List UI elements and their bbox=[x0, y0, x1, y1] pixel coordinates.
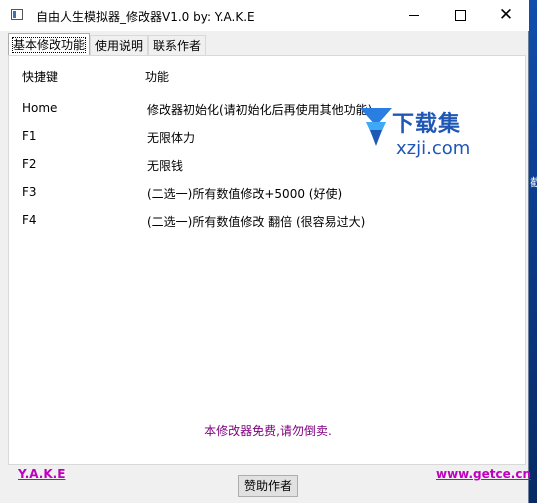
hotkey-f3: F3 bbox=[22, 185, 37, 199]
tab-label: 联系作者 bbox=[153, 39, 202, 53]
maximize-button[interactable] bbox=[437, 0, 483, 31]
function-init: 修改器初始化(请初始化后再使用其他功能) bbox=[147, 103, 373, 117]
close-button[interactable]: ✕ bbox=[483, 0, 529, 31]
function-double: (二选一)所有数值修改 翻倍 (很容易过大) bbox=[147, 215, 366, 229]
header-hotkey: 快捷键 bbox=[22, 70, 59, 84]
download-arrow-icon bbox=[360, 108, 392, 146]
watermark-domain: xzji.com bbox=[396, 138, 471, 159]
hotkey-f1: F1 bbox=[22, 129, 37, 143]
minimize-icon bbox=[409, 15, 419, 16]
maximize-icon bbox=[454, 10, 466, 21]
function-infinite-stamina: 无限体力 bbox=[147, 131, 196, 145]
window-title: 自由人生模拟器_修改器V1.0 by: Y.A.K.E bbox=[36, 10, 255, 24]
tab-label: 基本修改功能 bbox=[11, 37, 87, 53]
main-window: 自由人生模拟器_修改器V1.0 by: Y.A.K.E ✕ 基本修改功能 使用说… bbox=[0, 0, 531, 503]
sponsor-author-button[interactable]: 赞助作者 bbox=[238, 475, 298, 497]
function-infinite-money: 无限钱 bbox=[147, 159, 184, 173]
watermark-logo: 下载集 xzji.com bbox=[356, 104, 496, 204]
author-link[interactable]: Y.A.K.E bbox=[18, 467, 65, 481]
function-add-5000: (二选一)所有数值修改+5000 (好使) bbox=[147, 187, 343, 201]
hotkey-home: Home bbox=[22, 101, 58, 115]
app-icon bbox=[11, 9, 23, 20]
tab-instructions[interactable]: 使用说明 bbox=[90, 35, 149, 56]
header-function: 功能 bbox=[145, 70, 170, 84]
tab-strip: 基本修改功能 使用说明 联系作者 bbox=[8, 33, 207, 56]
desktop-edge-glyph: 截 bbox=[530, 176, 537, 189]
hotkey-f2: F2 bbox=[22, 157, 37, 171]
title-bar[interactable]: 自由人生模拟器_修改器V1.0 by: Y.A.K.E ✕ bbox=[0, 0, 529, 31]
free-notice: 本修改器免费,请勿倒卖. bbox=[204, 424, 332, 438]
hotkey-f4: F4 bbox=[22, 213, 37, 227]
tab-basic-functions[interactable]: 基本修改功能 bbox=[8, 33, 91, 56]
tab-label: 使用说明 bbox=[95, 39, 144, 53]
minimize-button[interactable] bbox=[391, 0, 437, 31]
close-icon: ✕ bbox=[498, 5, 514, 25]
watermark-title: 下载集 bbox=[392, 112, 462, 137]
website-link[interactable]: www.getce.cn bbox=[436, 467, 531, 481]
tab-contact-author[interactable]: 联系作者 bbox=[148, 35, 207, 56]
